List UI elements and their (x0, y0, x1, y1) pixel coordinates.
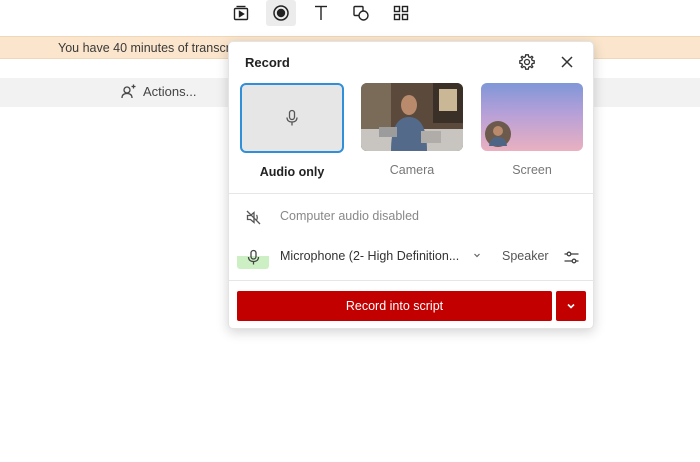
mode-camera[interactable]: Camera (360, 83, 464, 177)
chevron-down-icon[interactable] (472, 250, 482, 260)
settings-button[interactable] (516, 51, 538, 73)
media-library-button[interactable] (226, 0, 256, 26)
record-into-script-button[interactable]: Record into script (237, 291, 552, 321)
computer-audio-label: Computer audio disabled (280, 209, 419, 223)
text-icon (315, 5, 327, 20)
camera-preview-image (361, 83, 463, 151)
microphone-select[interactable]: Microphone (2- High Definition... (280, 249, 459, 263)
speaker-button[interactable]: Speaker (502, 249, 549, 263)
media-library-icon (233, 5, 249, 21)
mode-label: Camera (389, 163, 435, 177)
grid-tool-button[interactable] (386, 0, 416, 26)
record-options-button[interactable] (556, 291, 586, 321)
text-tool-button[interactable] (306, 0, 336, 26)
top-toolbar (226, 0, 416, 26)
record-popup: Record Audio only Camera Screen Computer… (228, 41, 595, 329)
audio-only-thumbnail (240, 83, 344, 153)
sparkle-person-icon (121, 84, 136, 99)
computer-audio-row[interactable]: Computer audio disabled (229, 205, 595, 229)
sliders-icon (564, 251, 578, 263)
actions-label: Actions... (143, 84, 197, 99)
close-icon (561, 56, 573, 68)
camera-thumbnail (361, 83, 463, 151)
mode-audio-only[interactable]: Audio only (240, 83, 344, 179)
screen-thumbnail (481, 83, 583, 151)
grid-icon (393, 5, 409, 21)
popup-title: Record (245, 55, 290, 70)
microphone-icon (286, 109, 298, 126)
divider (229, 280, 595, 281)
mode-label: Screen (512, 163, 552, 177)
mode-screen[interactable]: Screen (480, 83, 584, 177)
microphone-level-indicator[interactable] (237, 245, 269, 269)
chevron-down-icon (567, 303, 575, 309)
record-icon (273, 5, 289, 21)
computer-audio-toggle[interactable] (237, 205, 269, 229)
microphone-icon (247, 249, 259, 264)
screen-avatar-image (485, 121, 511, 147)
speaker-muted-icon (246, 210, 260, 224)
app-window: You have 40 minutes of transcription rem… (0, 0, 700, 462)
divider (229, 193, 595, 194)
audio-settings-button[interactable] (561, 247, 581, 267)
mode-label: Audio only (259, 165, 325, 179)
shapes-tool-button[interactable] (346, 0, 376, 26)
actions-button[interactable]: Actions... (120, 83, 196, 100)
microphone-row: Microphone (2- High Definition... Speake… (229, 245, 595, 269)
close-button[interactable] (556, 51, 578, 73)
shapes-icon (353, 5, 369, 21)
gear-icon (519, 54, 535, 70)
record-tool-button[interactable] (266, 0, 296, 26)
